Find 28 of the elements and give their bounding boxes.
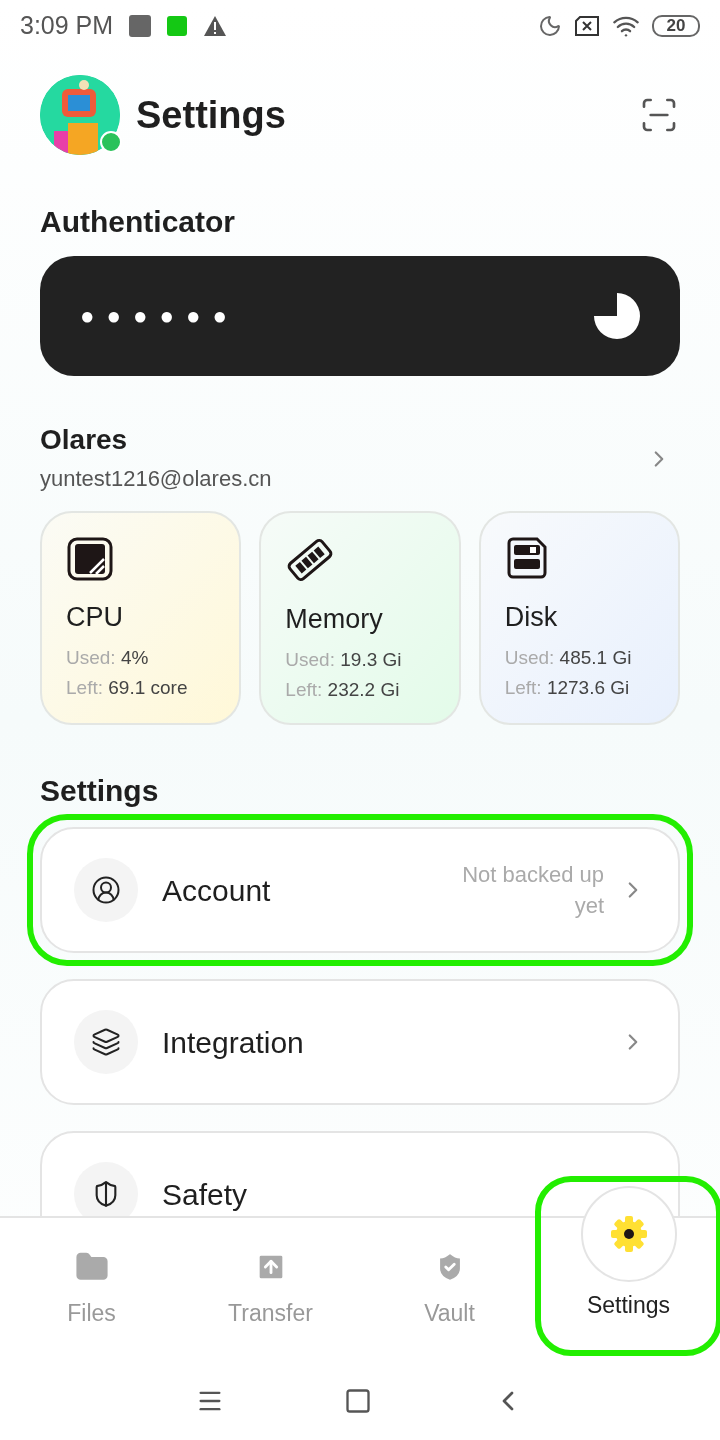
resource-card[interactable]: Memory Used: 19.3 Gi Left: 232.2 Gi <box>259 511 461 725</box>
settings-row[interactable]: Account Not backed up yet <box>40 827 680 953</box>
row-label: Integration <box>162 1024 304 1061</box>
row-label: Account <box>162 872 271 909</box>
resource-title: Disk <box>504 601 559 633</box>
page-title: Settings <box>136 92 286 138</box>
resource-left: Left: 1273.6 Gi <box>504 676 631 700</box>
resource-left: Left: 232.2 Gi <box>285 678 401 702</box>
masked-code: ●●●●●● <box>80 301 239 331</box>
battery-indicator: 20 <box>652 15 700 37</box>
resource-title: Memory <box>285 603 384 635</box>
settings-row[interactable]: Integration <box>40 979 680 1105</box>
account-name: Olares <box>40 423 129 457</box>
resource-title: CPU <box>66 601 124 633</box>
resource-left: Left: 69.1 core <box>66 676 189 700</box>
resource-used: Used: 19.3 Gi <box>285 648 403 672</box>
resource-card[interactable]: CPU Used: 4% Left: 69.1 core <box>40 511 242 725</box>
row-label: Safety <box>162 1176 248 1213</box>
resource-card[interactable]: Disk Used: 485.1 Gi Left: 1273.6 Gi <box>478 511 680 725</box>
section-heading: Settings <box>40 773 160 809</box>
row-note: Not backed up yet <box>461 861 604 920</box>
settings-row[interactable]: Safety <box>40 1131 680 1216</box>
section-heading: Authenticator <box>40 204 236 240</box>
resource-used: Used: 4% <box>66 646 150 670</box>
resource-used: Used: 485.1 Gi <box>504 646 633 670</box>
authenticator-card[interactable]: ●●●●●● <box>40 256 680 376</box>
account-email: yuntest1216@olares.cn <box>40 465 272 493</box>
status-time: 3:09 PM <box>20 10 114 42</box>
